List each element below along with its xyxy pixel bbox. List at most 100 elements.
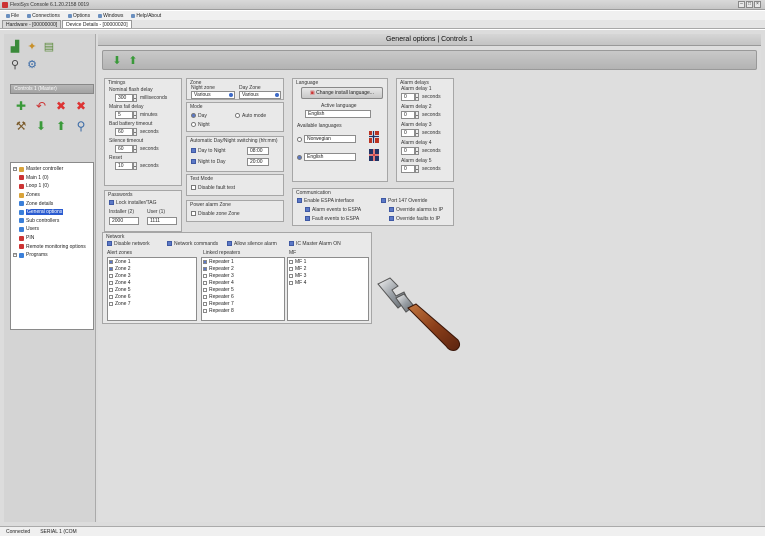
tree-item[interactable]: Sub controllers	[12, 217, 92, 226]
alarm-delay-4-spinner[interactable]	[415, 147, 419, 155]
alert-zones-list[interactable]: Zone 1 Zone 2 Zone 3 Zone 4 Zone 5 Zone 6 Zone…	[107, 257, 197, 321]
disable-network-checkbox[interactable]	[107, 241, 112, 246]
allow-silence-checkbox[interactable]	[227, 241, 232, 246]
tree-item[interactable]: Users	[12, 225, 92, 234]
tree-item[interactable]: Loop 1 (0)	[12, 182, 92, 191]
disable-zone-checkbox[interactable]	[191, 211, 196, 216]
menu-options[interactable]: Options	[67, 13, 90, 19]
list-item-checkbox[interactable]	[109, 287, 113, 292]
list-item[interactable]: Zone 3	[108, 272, 196, 279]
reset-input[interactable]: 10	[115, 162, 133, 170]
mains-fail-input[interactable]: 5	[115, 111, 133, 119]
night-to-day-checkbox[interactable]	[191, 159, 196, 164]
list-item[interactable]: Zone 5	[108, 286, 196, 293]
nominal-input[interactable]: 300	[115, 94, 133, 102]
menu-help[interactable]: Help/About	[131, 13, 161, 19]
minimize-button[interactable]: –	[738, 1, 745, 8]
list-item-checkbox[interactable]	[289, 280, 293, 285]
list-item[interactable]: MF 1	[288, 258, 368, 265]
tree-item[interactable]: − Master controller	[12, 165, 92, 174]
list-item[interactable]: Zone 6	[108, 293, 196, 300]
mode-day-radio[interactable]	[191, 113, 196, 118]
alarm-delay-3-spinner[interactable]	[415, 129, 419, 137]
delete-icon[interactable]: ✖	[54, 99, 68, 113]
search-icon[interactable]: ⚲	[8, 58, 22, 72]
list-item-checkbox[interactable]	[109, 301, 113, 306]
menu-file[interactable]: File	[6, 13, 19, 19]
enable-espa-checkbox[interactable]	[297, 198, 302, 203]
tree-item[interactable]: − Programs	[12, 251, 92, 260]
battery-spinner[interactable]	[133, 128, 137, 136]
list-item-checkbox[interactable]	[203, 280, 207, 285]
override-faults-checkbox[interactable]	[389, 216, 394, 221]
list-item-checkbox[interactable]	[109, 259, 113, 264]
upload-config-icon[interactable]: ⬆	[127, 55, 139, 67]
nominal-spinner[interactable]	[133, 94, 137, 102]
tree-item[interactable]: Zone details	[12, 199, 92, 208]
tree-item[interactable]: PIN	[12, 234, 92, 243]
fault-espa-checkbox[interactable]	[305, 216, 310, 221]
mode-night-radio[interactable]	[191, 122, 196, 127]
menu-connections[interactable]: Connections	[27, 13, 60, 19]
battery-input[interactable]: 60	[115, 128, 133, 136]
menu-windows[interactable]: Windows	[98, 13, 123, 19]
expand-icon[interactable]: −	[13, 167, 17, 172]
chevron-down-icon[interactable]	[229, 93, 233, 97]
expand-icon[interactable]: −	[13, 253, 17, 258]
alarm-delay-2-input[interactable]: 0	[401, 111, 415, 119]
close-button[interactable]: ×	[754, 1, 761, 8]
settings-icon[interactable]: ⚙	[25, 58, 39, 72]
lock-installer-checkbox[interactable]	[109, 200, 114, 205]
reset-spinner[interactable]	[133, 162, 137, 170]
list-item-checkbox[interactable]	[203, 294, 207, 299]
list-item[interactable]: MF 2	[288, 265, 368, 272]
download-config-icon[interactable]: ⬇	[111, 55, 123, 67]
chart-icon[interactable]: ▟	[8, 40, 22, 54]
lang-norwegian-radio[interactable]	[297, 137, 302, 142]
list-item-checkbox[interactable]	[203, 287, 207, 292]
wizard-icon[interactable]: ✦	[25, 40, 39, 54]
tree-item[interactable]: Main 1 (0)	[12, 174, 92, 183]
list-item[interactable]: Repeater 2	[202, 265, 284, 272]
day-to-night-input[interactable]: 08:00	[247, 147, 269, 155]
installer-password-input[interactable]: 2000	[109, 217, 139, 225]
delete-all-icon[interactable]: ✖	[74, 99, 88, 113]
day-to-night-checkbox[interactable]	[191, 148, 196, 153]
tree-item[interactable]: General options	[12, 208, 92, 217]
list-item-checkbox[interactable]	[203, 266, 207, 271]
network-commands-checkbox[interactable]	[167, 241, 172, 246]
list-item-checkbox[interactable]	[203, 301, 207, 306]
list-item[interactable]: Repeater 4	[202, 279, 284, 286]
list-item-checkbox[interactable]	[203, 308, 207, 313]
list-item-checkbox[interactable]	[109, 294, 113, 299]
download-icon[interactable]: ⬇	[34, 119, 48, 133]
list-item[interactable]: MF 3	[288, 272, 368, 279]
lang-english-radio[interactable]	[297, 155, 302, 160]
list-item-checkbox[interactable]	[109, 266, 113, 271]
chevron-down-icon[interactable]	[275, 93, 279, 97]
alarm-delay-3-input[interactable]: 0	[401, 129, 415, 137]
linked-repeaters-list[interactable]: Repeater 1 Repeater 2 Repeater 3 Repeater 4…	[201, 257, 285, 321]
undo-icon[interactable]: ↶	[34, 99, 48, 113]
list-item[interactable]: MF 4	[288, 279, 368, 286]
list-item[interactable]: Repeater 5	[202, 286, 284, 293]
list-item-checkbox[interactable]	[203, 259, 207, 264]
user-password-input[interactable]: 1111	[147, 217, 177, 225]
list-item-checkbox[interactable]	[109, 280, 113, 285]
list-item-checkbox[interactable]	[289, 273, 293, 278]
change-language-button[interactable]: ▣ Change install language...	[301, 87, 383, 99]
tree-item[interactable]: Zones	[12, 191, 92, 200]
tab-device-details[interactable]: Device Details - [00000020]	[62, 20, 132, 28]
alarm-espa-checkbox[interactable]	[305, 207, 310, 212]
night-to-day-input[interactable]: 20:00	[247, 158, 269, 166]
silence-input[interactable]: 60	[115, 145, 133, 153]
list-item-checkbox[interactable]	[109, 273, 113, 278]
list-item[interactable]: Repeater 6	[202, 293, 284, 300]
mf-list[interactable]: MF 1 MF 2 MF 3 MF 4	[287, 257, 369, 321]
alarm-delay-5-spinner[interactable]	[415, 165, 419, 173]
device-tree[interactable]: − Master controller Main 1 (0) Loop 1 (0) Zo…	[10, 162, 94, 330]
list-item[interactable]: Zone 4	[108, 279, 196, 286]
maximize-button[interactable]: □	[746, 1, 753, 8]
list-item[interactable]: Repeater 3	[202, 272, 284, 279]
port-override-checkbox[interactable]	[381, 198, 386, 203]
